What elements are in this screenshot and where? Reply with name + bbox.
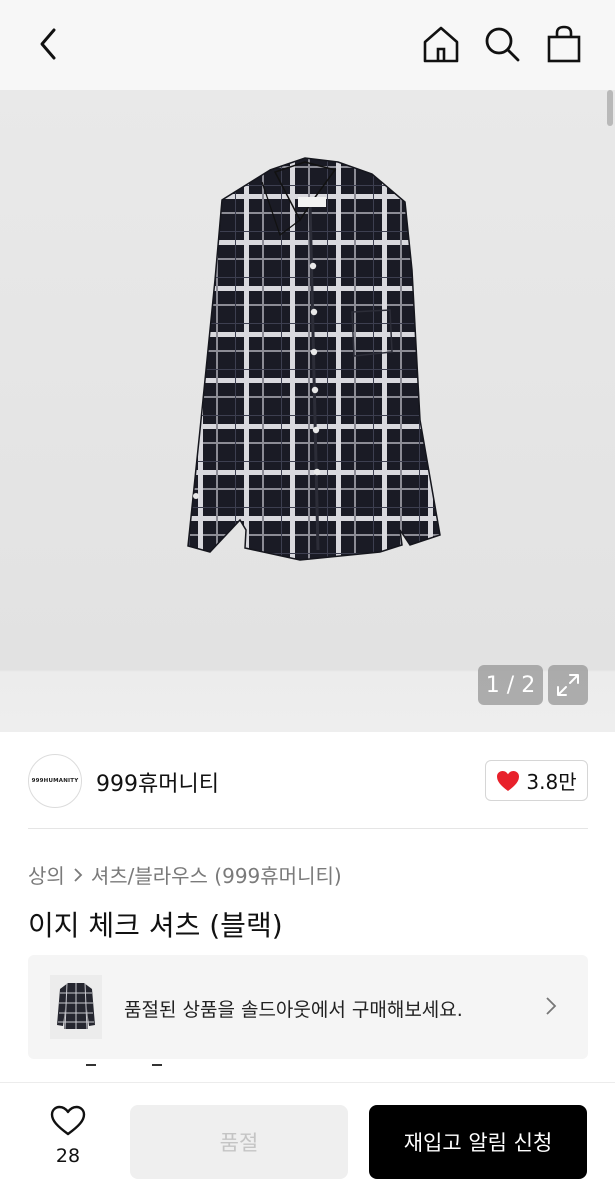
brand-name[interactable]: 999휴머니티: [96, 766, 219, 798]
wishlist-button[interactable]: 28: [40, 1105, 96, 1167]
soldout-button: 품절: [130, 1105, 348, 1179]
expand-icon: [557, 674, 579, 696]
search-button[interactable]: [480, 22, 524, 66]
search-icon: [485, 27, 520, 62]
expand-image-button[interactable]: [548, 665, 588, 705]
heart-outline-icon: [50, 1105, 86, 1136]
chevron-right-icon: [74, 867, 83, 882]
shirt-thumbnail-icon: [57, 982, 95, 1030]
text-fragment: [152, 1059, 162, 1066]
heart-filled-icon: [497, 770, 520, 791]
restock-alert-button[interactable]: 재입고 알림 신청: [369, 1105, 587, 1179]
breadcrumb-subcategory[interactable]: 셔츠/블라우스 (999휴머니티): [91, 860, 342, 889]
chevron-right-icon: [546, 997, 557, 1015]
text-fragment: [86, 1059, 96, 1066]
top-navigation-bar: [0, 0, 615, 90]
home-button[interactable]: [419, 22, 463, 66]
back-button[interactable]: [26, 22, 70, 66]
product-image-gallery[interactable]: [0, 90, 615, 732]
chevron-left-icon: [40, 28, 56, 60]
brand-like-count: 3.8만: [526, 770, 577, 794]
image-counter-text: 1 / 2: [485, 672, 536, 698]
bottom-action-bar: 28 품절 재입고 알림 신청: [0, 1082, 615, 1200]
brand-row[interactable]: 999HUMANITY 999휴머니티 3.8만: [0, 740, 615, 828]
breadcrumb-category[interactable]: 상의: [28, 860, 65, 889]
product-title: 이지 체크 셔츠 (블랙): [28, 909, 283, 942]
shopping-bag-icon: [547, 25, 581, 63]
cart-button[interactable]: [542, 22, 586, 66]
brand-logo-text: 999HUMANITY: [31, 778, 79, 784]
brand-logo[interactable]: 999HUMANITY: [28, 754, 82, 808]
soldout-banner-text: 품절된 상품을 솔드아웃에서 구매해보세요.: [124, 999, 463, 1021]
breadcrumb: 상의 셔츠/블라우스 (999휴머니티): [28, 860, 342, 889]
soldout-banner[interactable]: 품절된 상품을 솔드아웃에서 구매해보세요.: [28, 955, 588, 1059]
hidden-content-edge: [56, 1059, 196, 1067]
page-scrollbar[interactable]: [607, 90, 613, 126]
banner-thumbnail: [50, 975, 102, 1039]
wishlist-count: 28: [55, 1145, 81, 1167]
divider: [28, 828, 588, 829]
home-icon: [423, 26, 459, 63]
brand-like-button[interactable]: 3.8만: [485, 760, 588, 801]
image-counter: 1 / 2: [478, 665, 543, 705]
product-image: [187, 157, 441, 561]
